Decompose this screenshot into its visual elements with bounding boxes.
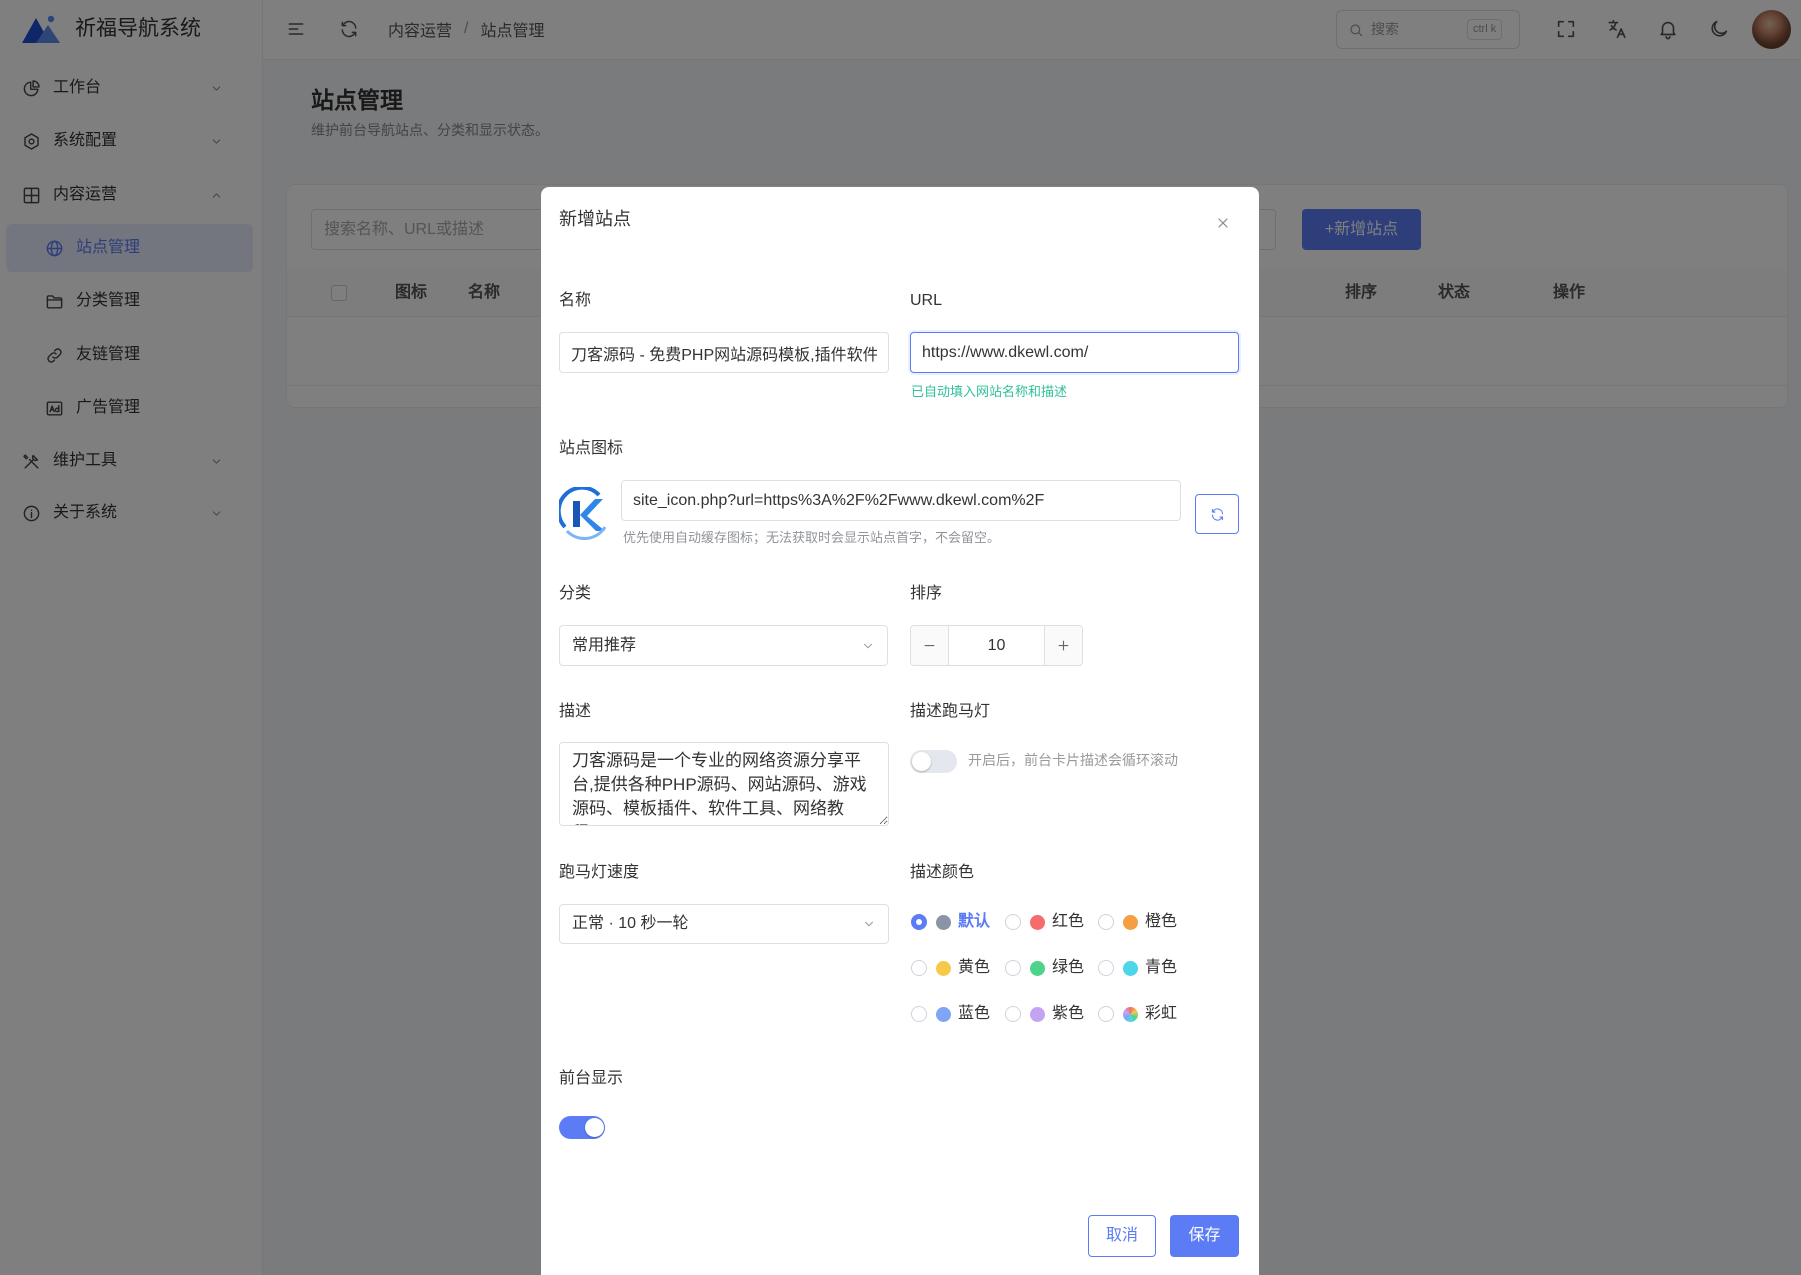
radio-button[interactable] (1005, 960, 1021, 976)
color-option-label: 红色 (1052, 913, 1085, 930)
sort-stepper (910, 625, 1083, 666)
sort-label: 排序 (910, 585, 943, 602)
radio-button[interactable] (1005, 914, 1021, 930)
color-swatch (1030, 1006, 1045, 1022)
color-option-label: 紫色 (1052, 1005, 1085, 1022)
site-icon-hint: 优先使用自动缓存图标；无法获取时会显示站点首字，不会留空。 (623, 530, 1001, 545)
name-field[interactable] (559, 332, 889, 373)
site-icon-url-field[interactable] (621, 480, 1181, 521)
color-option-yellow[interactable]: 黄色 (911, 956, 1001, 980)
url-autofill-hint: 已自动填入网站名称和描述 (911, 384, 1068, 399)
category-label: 分类 (559, 585, 592, 602)
description-textarea[interactable]: 刀客源码是一个专业的网络资源分享平台,提供各种PHP源码、网站源码、游戏源码、模… (559, 742, 889, 826)
radio-button[interactable] (1098, 960, 1114, 976)
color-option-label: 橙色 (1145, 913, 1178, 930)
color-swatch (936, 1006, 951, 1022)
category-select-value: 常用推荐 (572, 637, 637, 654)
color-swatch (1030, 914, 1045, 930)
toggle-knob (912, 752, 931, 771)
radio-button[interactable] (911, 914, 927, 930)
name-label: 名称 (559, 292, 592, 309)
url-field[interactable] (910, 332, 1239, 373)
url-label: URL (910, 292, 943, 309)
color-swatch (936, 914, 951, 930)
color-option-red[interactable]: 红色 (1005, 910, 1095, 934)
marquee-speed-value: 正常 · 10 秒一轮 (572, 915, 689, 932)
chevron-down-icon (861, 639, 875, 653)
color-swatch (936, 960, 951, 976)
chevron-down-icon (862, 917, 876, 931)
marquee-hint: 开启后，前台卡片描述会循环滚动 (968, 752, 1178, 768)
minus-icon (922, 638, 937, 653)
radio-button[interactable] (1098, 1006, 1114, 1022)
dialog-title: 新增站点 (559, 209, 631, 229)
color-option-orange[interactable]: 橙色 (1098, 910, 1188, 934)
color-swatch (1123, 960, 1138, 976)
color-option-green[interactable]: 绿色 (1005, 956, 1095, 980)
radio-button[interactable] (911, 960, 927, 976)
site-icon-label: 站点图标 (559, 440, 624, 457)
category-select[interactable]: 常用推荐 (559, 625, 888, 666)
close-icon[interactable] (1215, 215, 1231, 231)
site-icon-preview (559, 487, 611, 540)
radio-button[interactable] (1005, 1006, 1021, 1022)
save-button[interactable]: 保存 (1170, 1215, 1239, 1257)
color-swatch (1123, 914, 1138, 930)
color-swatch (1123, 1006, 1138, 1022)
color-option-blue[interactable]: 蓝色 (911, 1002, 1001, 1026)
marquee-label: 描述跑马灯 (910, 703, 991, 720)
radio-button[interactable] (911, 1006, 927, 1022)
toggle-knob (585, 1118, 604, 1137)
color-option-label: 蓝色 (958, 1005, 991, 1022)
refresh-icon-button[interactable] (1195, 494, 1239, 534)
description-color-label: 描述颜色 (910, 864, 975, 881)
color-option-label: 黄色 (958, 959, 991, 976)
color-option-purple[interactable]: 紫色 (1005, 1002, 1095, 1026)
color-option-default[interactable]: 默认 (911, 910, 1001, 934)
color-option-cyan[interactable]: 青色 (1098, 956, 1188, 980)
color-option-label: 默认 (958, 913, 991, 930)
increment-button[interactable] (1044, 626, 1082, 665)
decrement-button[interactable] (911, 626, 949, 665)
description-label: 描述 (559, 703, 592, 720)
color-option-label: 彩虹 (1145, 1005, 1178, 1022)
frontend-visible-toggle[interactable] (559, 1116, 605, 1139)
radio-button[interactable] (1098, 914, 1114, 930)
frontend-visible-label: 前台显示 (559, 1070, 624, 1087)
marquee-speed-select[interactable]: 正常 · 10 秒一轮 (559, 904, 889, 944)
color-option-label: 绿色 (1052, 959, 1085, 976)
refresh-icon (1210, 507, 1225, 522)
color-swatch (1030, 960, 1045, 976)
cancel-button[interactable]: 取消 (1088, 1215, 1156, 1257)
marquee-toggle[interactable] (910, 750, 957, 773)
marquee-speed-label: 跑马灯速度 (559, 864, 640, 881)
sort-value-input[interactable] (949, 626, 1044, 665)
add-site-dialog: 新增站点 名称 URL 已自动填入网站名称和描述 站点图标 优先使用自动缓存图标… (541, 187, 1259, 1275)
plus-icon (1056, 638, 1071, 653)
color-option-label: 青色 (1145, 959, 1178, 976)
color-option-rainbow[interactable]: 彩虹 (1098, 1002, 1188, 1026)
